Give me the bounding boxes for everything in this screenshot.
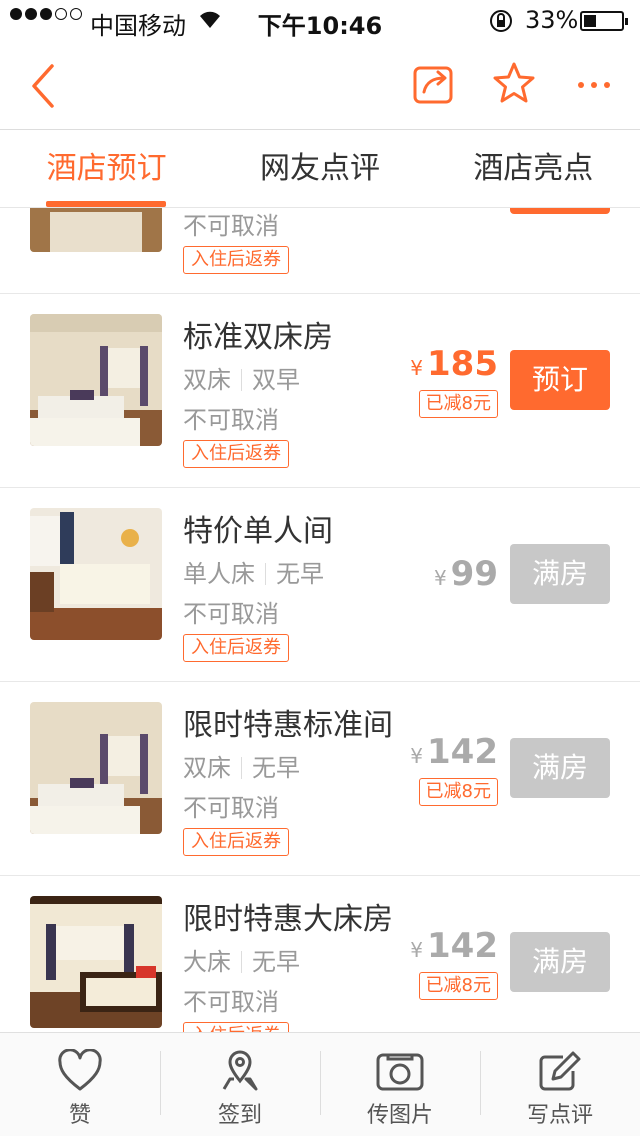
cancel-policy: 不可取消 (183, 794, 279, 822)
price-value: 142 (427, 732, 498, 772)
tab-hotel-booking[interactable]: 酒店预订 (0, 130, 213, 207)
room-photo[interactable] (30, 508, 162, 640)
room-name: 特价单人间 (183, 514, 333, 549)
upload-photo-label: 传图片 (366, 1103, 433, 1128)
room-photo[interactable] (30, 896, 162, 1028)
breakfast-info: 无早 (252, 948, 300, 976)
room-price: ¥185 (410, 344, 498, 384)
heart-icon (58, 1049, 102, 1091)
navigation-bar (0, 40, 640, 130)
full-button[interactable]: 满房 (510, 544, 610, 604)
full-button[interactable]: 满房 (510, 932, 610, 992)
bottom-action-bar: 赞 签到 传图片 写点评 (0, 1032, 640, 1136)
room-list[interactable]: 不可取消 入住后返券 标准双床房 双床 双早 不可取消 入住后返券 ¥185 已减… (0, 208, 640, 1032)
discount-tag: 已减8元 (418, 390, 498, 418)
status-bar: 中国移动 下午10:46 33% (0, 0, 640, 40)
bed-type: 双床 (183, 366, 231, 394)
room-spec: 单人床 无早 (183, 554, 324, 589)
breakfast-info: 无早 (252, 754, 300, 782)
upload-photo-button[interactable]: 传图片 (320, 1033, 480, 1136)
breakfast-info: 无早 (276, 560, 324, 588)
voucher-tag: 入住后返券 (183, 246, 289, 274)
bed-type: 双床 (183, 754, 231, 782)
voucher-tag: 入住后返券 (183, 440, 289, 468)
room-name: 标准双床房 (183, 320, 333, 355)
room-item[interactable]: 特价单人间 单人床 无早 不可取消 入住后返券 ¥99 满房 (0, 488, 640, 682)
location-pin-icon (222, 1050, 258, 1091)
room-spec: 大床 无早 (183, 942, 300, 977)
battery-percentage: 33% (525, 6, 579, 34)
book-button[interactable]: 预订 (510, 350, 610, 410)
voucher-tag: 入住后返券 (183, 634, 289, 662)
camera-icon (376, 1053, 424, 1091)
tab-bar: 酒店预订 网友点评 酒店亮点 (0, 130, 640, 208)
room-item[interactable]: 标准双床房 双床 双早 不可取消 入住后返券 ¥185 已减8元 预订 (0, 294, 640, 488)
write-review-button[interactable]: 写点评 (480, 1033, 640, 1136)
like-button[interactable]: 赞 (0, 1033, 160, 1136)
edit-icon (539, 1051, 581, 1091)
tab-highlights[interactable]: 酒店亮点 (427, 130, 640, 207)
room-name: 限时特惠大床房 (183, 902, 393, 937)
discount-tag: 已减8元 (418, 778, 498, 806)
room-item[interactable]: 不可取消 入住后返券 (0, 208, 640, 294)
room-spec: 双床 无早 (183, 748, 300, 783)
cancel-policy: 不可取消 (183, 600, 279, 628)
cancel-policy: 不可取消 (183, 406, 279, 434)
voucher-tag: 入住后返券 (183, 828, 289, 856)
currency-symbol: ¥ (410, 744, 424, 768)
cancel-policy: 不可取消 (183, 988, 279, 1016)
full-button[interactable]: 满房 (510, 738, 610, 798)
currency-symbol: ¥ (433, 566, 447, 590)
rotation-lock-icon (488, 8, 514, 40)
book-button[interactable] (510, 208, 610, 214)
back-icon[interactable] (24, 62, 64, 110)
battery-icon (580, 11, 628, 31)
room-spec: 双床 双早 (183, 360, 300, 395)
checkin-label: 签到 (217, 1103, 262, 1128)
cancel-policy: 不可取消 (183, 212, 279, 240)
more-icon[interactable] (574, 70, 614, 100)
price-value: 142 (427, 926, 498, 966)
checkin-button[interactable]: 签到 (160, 1033, 320, 1136)
discount-tag: 已减8元 (418, 972, 498, 1000)
star-icon[interactable] (490, 60, 538, 108)
room-item[interactable]: 限时特惠大床房 大床无早 不可取消 入住后返券 ¥142 已减8元 满房 (0, 876, 640, 1032)
share-icon[interactable] (412, 62, 456, 106)
bed-type: 单人床 (183, 560, 255, 588)
room-photo[interactable] (30, 314, 162, 446)
room-price: ¥142 (410, 926, 498, 966)
price-value: 99 (450, 554, 498, 594)
like-label: 赞 (68, 1103, 91, 1128)
breakfast-info: 双早 (252, 366, 300, 394)
bed-type: 大床 (183, 948, 231, 976)
room-name: 限时特惠标准间 (183, 708, 393, 743)
room-item[interactable]: 限时特惠标准间 双床 无早 不可取消 入住后返券 ¥142 已减8元 满房 (0, 682, 640, 876)
currency-symbol: ¥ (410, 938, 424, 962)
price-value: 185 (427, 344, 498, 384)
room-price: ¥99 (434, 554, 498, 594)
room-photo[interactable] (30, 702, 162, 834)
write-review-label: 写点评 (526, 1103, 593, 1128)
tab-reviews[interactable]: 网友点评 (213, 130, 426, 207)
room-price: ¥142 (410, 732, 498, 772)
room-photo[interactable] (30, 208, 162, 252)
voucher-tag: 入住后返券 (183, 1022, 289, 1032)
currency-symbol: ¥ (410, 356, 424, 380)
